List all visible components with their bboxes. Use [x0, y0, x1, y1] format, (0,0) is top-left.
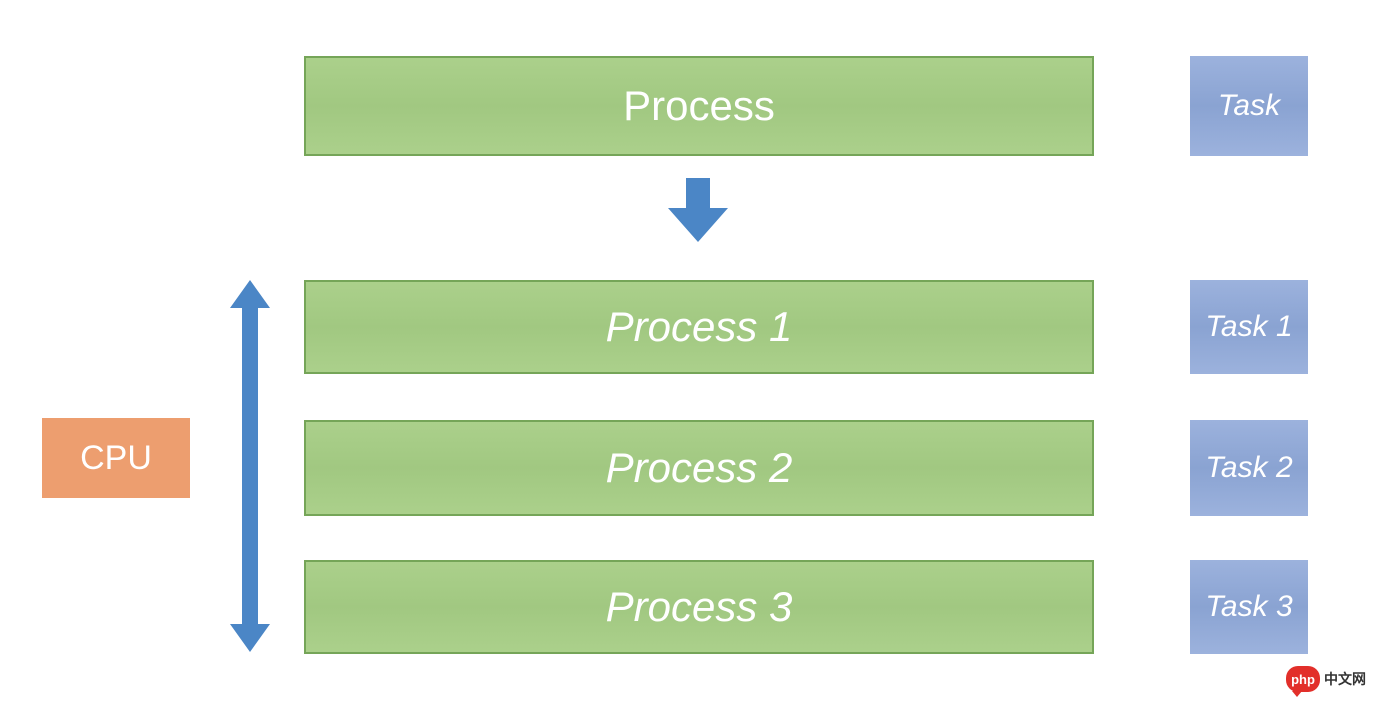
task-box-top: Task — [1190, 56, 1308, 156]
process-box-1: Process 1 — [304, 280, 1094, 374]
process-3-label: Process 3 — [606, 583, 793, 631]
process-box-3: Process 3 — [304, 560, 1094, 654]
process-box-top: Process — [304, 56, 1094, 156]
watermark-bubble-icon: php — [1286, 666, 1320, 692]
process-1-label: Process 1 — [606, 303, 793, 351]
diagram-stage: Process Task CPU Process 1 Task 1 Proces… — [0, 0, 1380, 702]
process-box-top-label: Process — [623, 82, 775, 130]
task-box-1: Task 1 — [1190, 280, 1308, 374]
process-box-2: Process 2 — [304, 420, 1094, 516]
cpu-box: CPU — [42, 418, 190, 498]
watermark-bubble-text: php — [1291, 672, 1315, 687]
vertical-double-arrow-icon — [230, 280, 270, 652]
task-box-3: Task 3 — [1190, 560, 1308, 654]
cpu-label: CPU — [80, 439, 152, 478]
watermark-text: 中文网 — [1324, 669, 1366, 689]
task-box-2: Task 2 — [1190, 420, 1308, 516]
down-arrow-icon — [668, 178, 728, 242]
process-2-label: Process 2 — [606, 444, 793, 492]
watermark-logo: php 中文网 — [1286, 666, 1366, 692]
task-2-label: Task 2 — [1205, 451, 1292, 485]
task-1-label: Task 1 — [1205, 310, 1292, 344]
task-box-top-label: Task — [1218, 89, 1280, 123]
task-3-label: Task 3 — [1205, 590, 1292, 624]
